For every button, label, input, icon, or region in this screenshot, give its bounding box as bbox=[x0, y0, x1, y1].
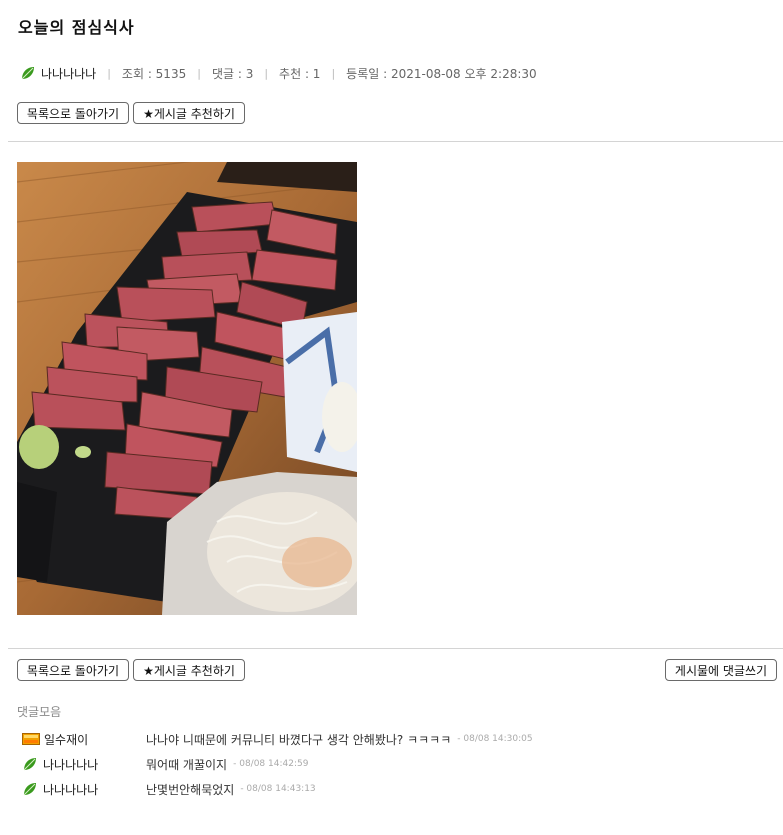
recommend-post-button[interactable]: ★게시글 추천하기 bbox=[133, 102, 245, 124]
comment-text: 나나야 니때문에 커뮤니티 바꼈다구 생각 안해봤나? ㅋㅋㅋㅋ bbox=[146, 732, 452, 747]
meta-divider: | bbox=[331, 66, 336, 80]
post-date: 등록일 : 2021-08-08 오후 2:28:30 bbox=[346, 66, 537, 81]
comment-timestamp: - 08/08 14:43:13 bbox=[240, 784, 316, 794]
comment-item: 일수재이 나나야 니때문에 커뮤니티 바꼈다구 생각 안해봤나? ㅋㅋㅋㅋ - … bbox=[22, 730, 533, 748]
comment-item: 나나나나나 뭐어때 개꿀이지 - 08/08 14:42:59 bbox=[22, 755, 308, 773]
leaf-icon bbox=[21, 67, 34, 80]
meta-divider: | bbox=[264, 66, 269, 80]
back-to-list-button-bottom[interactable]: 목록으로 돌아가기 bbox=[17, 659, 129, 681]
post-views: 조회 : 5135 bbox=[121, 66, 187, 81]
comment-author[interactable]: 나나나나나 bbox=[22, 756, 146, 773]
comment-timestamp: - 08/08 14:42:59 bbox=[233, 759, 309, 769]
comment-author-name: 나나나나나 bbox=[43, 782, 99, 797]
post-author[interactable]: 나나나나나 bbox=[20, 65, 96, 82]
post-meta: 나나나나나 | 조회 : 5135 | 댓글 : 3 | 추천 : 1 | 등록… bbox=[20, 64, 537, 82]
comment-author[interactable]: 일수재이 bbox=[22, 731, 146, 748]
post-title: 오늘의 점심식사 bbox=[18, 18, 135, 37]
comment-text: 난몇번안해묵었지 bbox=[146, 782, 235, 797]
comments-section-label: 댓글모음 bbox=[17, 705, 62, 719]
meta-divider: | bbox=[197, 66, 201, 80]
divider bbox=[8, 648, 783, 649]
food-photo bbox=[17, 162, 357, 615]
comment-timestamp: - 08/08 14:30:05 bbox=[457, 734, 533, 744]
rank-badge-icon bbox=[22, 733, 40, 745]
divider bbox=[8, 141, 783, 142]
comment-item: 나나나나나 난몇번안해묵었지 - 08/08 14:43:13 bbox=[22, 780, 316, 798]
meta-divider: | bbox=[107, 66, 111, 80]
write-comment-button[interactable]: 게시물에 댓글쓰기 bbox=[665, 659, 777, 681]
back-to-list-button[interactable]: 목록으로 돌아가기 bbox=[17, 102, 129, 124]
food-photo-illustration bbox=[17, 162, 357, 615]
comment-author[interactable]: 나나나나나 bbox=[22, 781, 146, 798]
leaf-icon bbox=[23, 783, 36, 796]
comment-author-name: 나나나나나 bbox=[43, 757, 99, 772]
comment-author-name: 일수재이 bbox=[44, 732, 89, 747]
post-comment-count: 댓글 : 3 bbox=[211, 66, 254, 81]
comment-text: 뭐어때 개꿀이지 bbox=[146, 757, 228, 772]
post-recommend-count: 추천 : 1 bbox=[279, 66, 321, 81]
recommend-post-button-bottom[interactable]: ★게시글 추천하기 bbox=[133, 659, 245, 681]
leaf-icon bbox=[23, 758, 36, 771]
post-author-name: 나나나나나 bbox=[41, 66, 97, 81]
